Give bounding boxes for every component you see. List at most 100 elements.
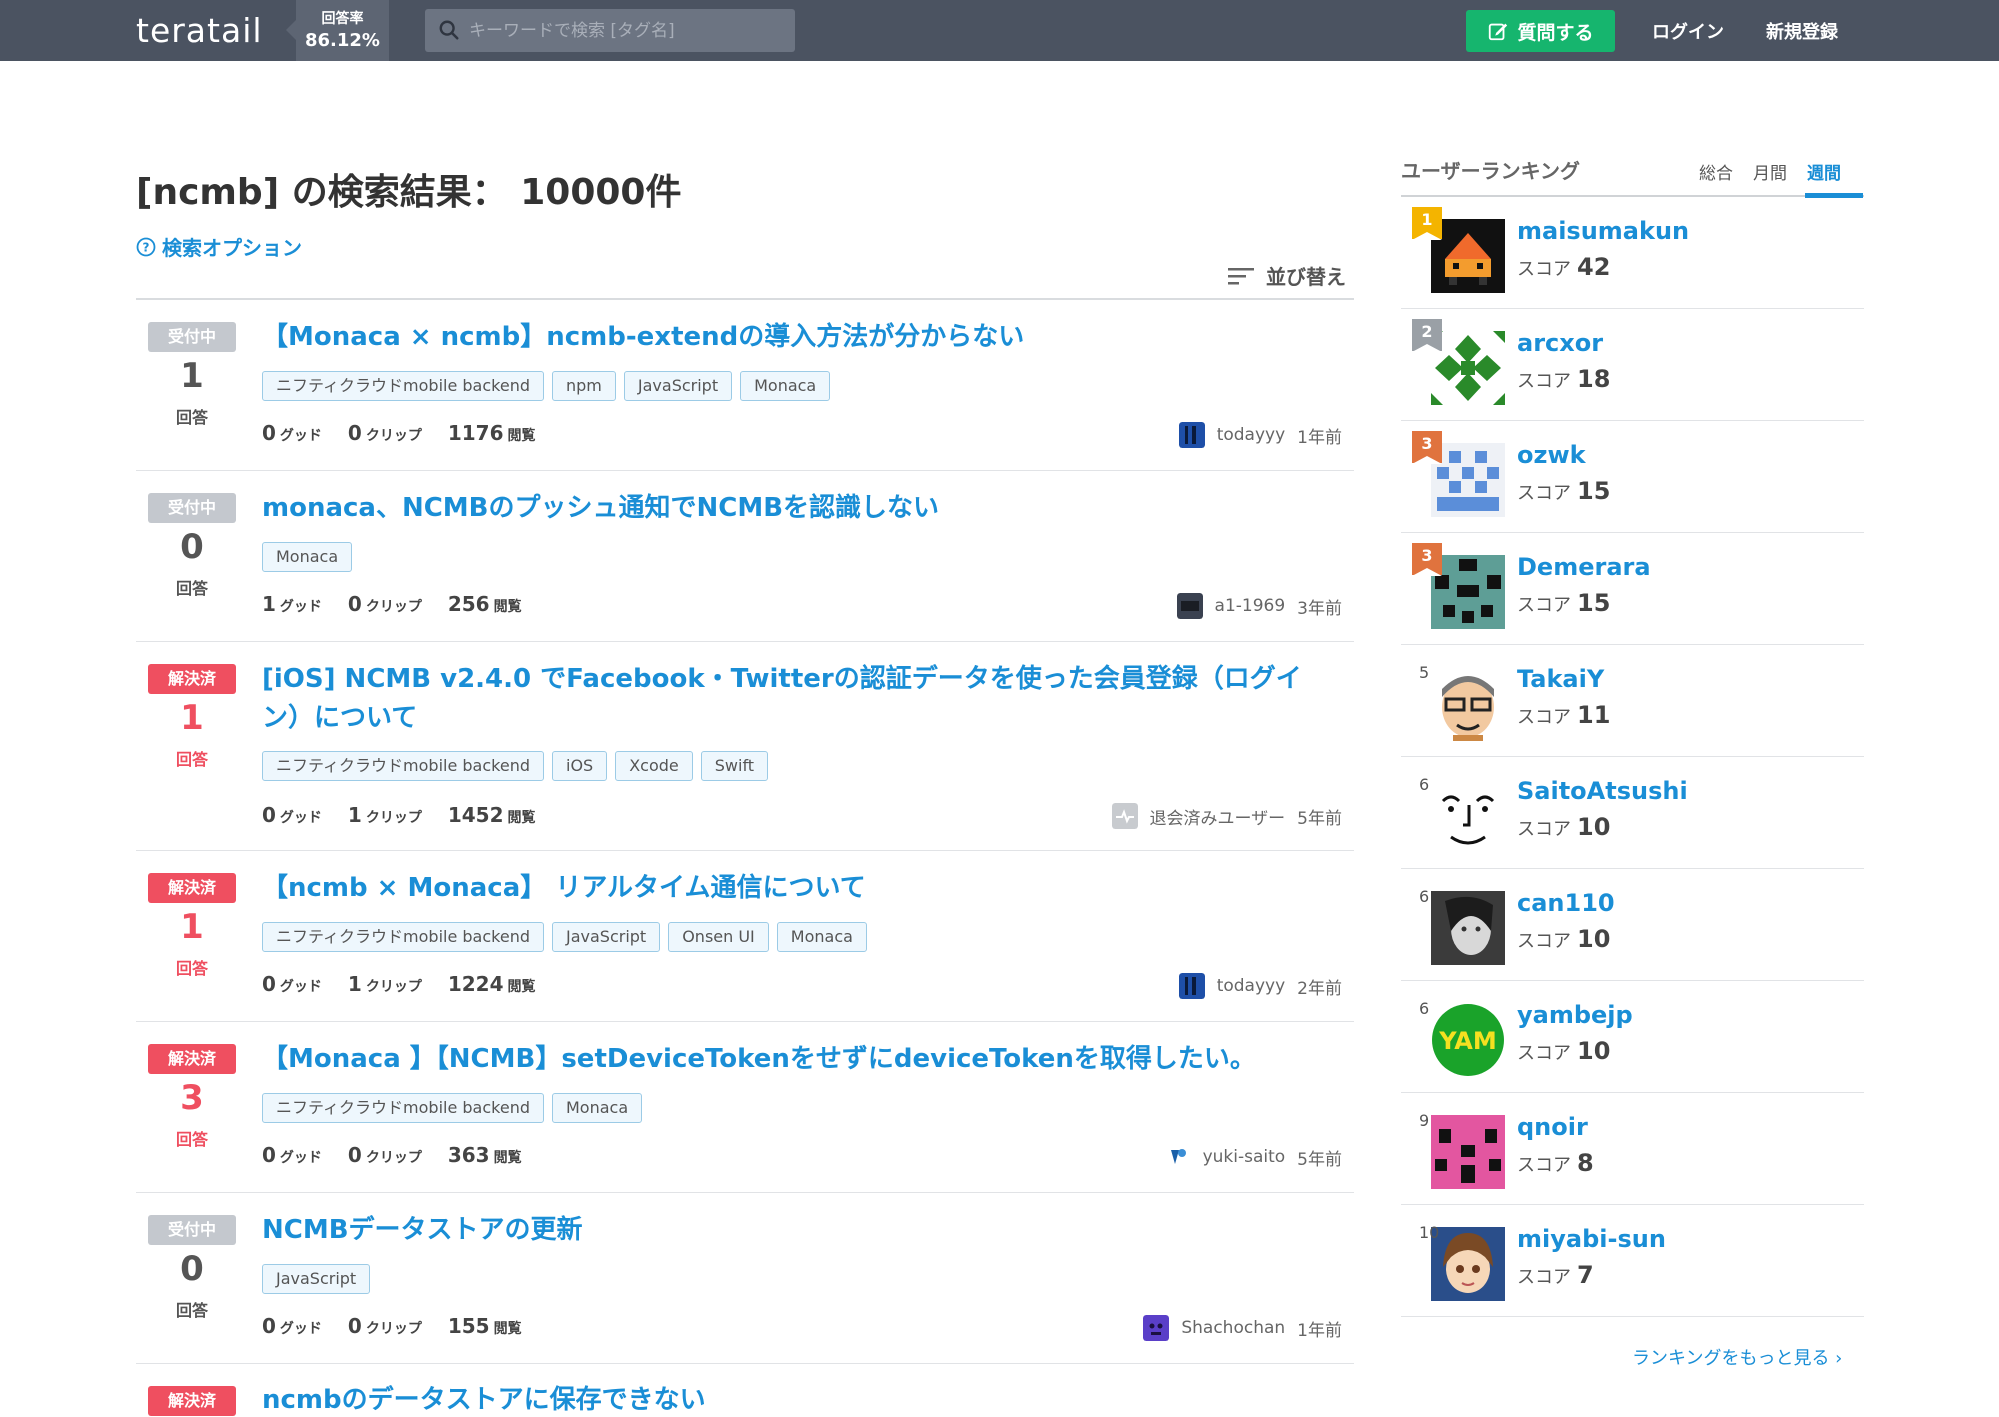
sort-button[interactable]: 並び替え xyxy=(1228,261,1346,290)
view-count: 1452 閲覧 xyxy=(447,803,536,827)
clip-count: 0 クリップ xyxy=(347,1314,422,1338)
rank-number: 9 xyxy=(1419,1111,1430,1130)
user-name[interactable]: todayyy xyxy=(1217,425,1285,445)
logo[interactable]: teratail xyxy=(136,11,263,50)
user-avatar[interactable] xyxy=(1431,219,1505,293)
user-avatar[interactable] xyxy=(1431,779,1505,853)
question-stats: 0 グッド 0 クリップ 155 閲覧 xyxy=(262,1314,522,1338)
rank-number: 10 xyxy=(1419,1223,1440,1242)
tab-monthly[interactable]: 月間 xyxy=(1753,159,1787,184)
question-stats: 1 グッド 0 クリップ 256 閲覧 xyxy=(262,592,522,616)
user-name[interactable]: a1-1969 xyxy=(1215,596,1286,616)
question-title[interactable]: NCMBデータストアの更新 xyxy=(262,1211,1302,1250)
tab-weekly[interactable]: 週間 xyxy=(1807,159,1841,184)
user-avatar[interactable] xyxy=(1178,973,1205,999)
user-name[interactable]: yuki-saito xyxy=(1203,1147,1286,1167)
user-avatar[interactable] xyxy=(1164,1144,1191,1170)
tag[interactable]: ニフティクラウドmobile backend xyxy=(262,751,544,781)
tag[interactable]: ニフティクラウドmobile backend xyxy=(262,922,544,952)
ask-question-button[interactable]: 質問する xyxy=(1466,10,1615,52)
user-name[interactable]: can110 xyxy=(1517,889,1615,917)
answer-count: 1 xyxy=(180,907,204,947)
user-name[interactable]: maisumakun xyxy=(1517,217,1689,245)
search-input[interactable] xyxy=(469,9,789,52)
user-name[interactable]: Demerara xyxy=(1517,553,1651,581)
user-name[interactable]: 退会済みユーザー xyxy=(1150,804,1286,829)
user-avatar[interactable] xyxy=(1178,422,1205,448)
user-name[interactable]: arcxor xyxy=(1517,329,1603,357)
ranking-item: 10 miyabi-sun スコア 7 xyxy=(1401,1205,1864,1317)
question-title[interactable]: monaca、NCMBのプッシュ通知でNCMBを認識しない xyxy=(262,489,1302,528)
tag[interactable]: iOS xyxy=(552,751,608,781)
answer-count-label: 回答 xyxy=(175,1130,208,1149)
tag[interactable]: ニフティクラウドmobile backend xyxy=(262,371,544,401)
answer-count-label: 回答 xyxy=(175,750,208,769)
top-header: teratail 回答率 86.12% 質問する ログイン 新規登録 xyxy=(0,0,1999,61)
login-link[interactable]: ログイン xyxy=(1652,18,1724,44)
tag[interactable]: Xcode xyxy=(615,751,693,781)
user-avatar[interactable] xyxy=(1431,667,1505,741)
user-avatar[interactable]: YAM xyxy=(1431,1003,1505,1077)
signup-link[interactable]: 新規登録 xyxy=(1766,18,1838,44)
question-title[interactable]: 【ncmb × Monaca】 リアルタイム通信について xyxy=(262,869,1302,908)
question-title[interactable]: [iOS] NCMB v2.4.0 でFacebook・Twitterの認証デー… xyxy=(262,660,1302,738)
tag[interactable]: npm xyxy=(552,371,616,401)
search-box[interactable] xyxy=(425,9,795,52)
more-ranking-link[interactable]: ランキングをもっと見る › xyxy=(1632,1344,1842,1370)
user-avatar[interactable] xyxy=(1143,1315,1170,1341)
user-name[interactable]: qnoir xyxy=(1517,1113,1588,1141)
question-title[interactable]: 【Monaca × ncmb】ncmb-extendの導入方法が分からない xyxy=(262,318,1302,357)
answer-count: 0 xyxy=(180,527,204,567)
tag[interactable]: Monaca xyxy=(552,1093,643,1123)
user-name[interactable]: ozwk xyxy=(1517,441,1586,469)
tag[interactable]: Swift xyxy=(700,751,769,781)
rank-badge: 1 xyxy=(1412,207,1442,240)
tag[interactable]: ニフティクラウドmobile backend xyxy=(262,1093,544,1123)
user-name[interactable]: SaitoAtsushi xyxy=(1517,777,1688,805)
good-count: 1 グッド xyxy=(262,592,322,616)
question-item: 解決済 1 回答 [iOS] NCMB v2.4.0 でFacebook・Twi… xyxy=(136,642,1354,851)
user-avatar[interactable] xyxy=(1431,891,1505,965)
user-avatar[interactable] xyxy=(1176,593,1203,619)
user-name[interactable]: Shachochan xyxy=(1181,1318,1285,1338)
rank-number: 6 xyxy=(1419,999,1430,1018)
tag[interactable]: Monaca xyxy=(740,371,831,401)
ranking-item: 6 SaitoAtsushi スコア 10 xyxy=(1401,757,1864,869)
view-count: 256 閲覧 xyxy=(447,592,522,616)
user-avatar[interactable] xyxy=(1431,1115,1505,1189)
tag[interactable]: JavaScript xyxy=(262,1264,371,1294)
user-avatar[interactable] xyxy=(1431,443,1505,517)
clip-count: 1 クリップ xyxy=(347,803,422,827)
question-meta: todayyy 1年前 xyxy=(1178,422,1342,448)
tag[interactable]: Onsen UI xyxy=(668,922,769,952)
question-title[interactable]: 【Monaca 】【NCMB】setDeviceTokenをせずにdeviceT… xyxy=(262,1040,1302,1079)
search-options-link[interactable]: ? 検索オプション xyxy=(136,232,302,261)
user-name[interactable]: miyabi-sun xyxy=(1517,1225,1666,1253)
user-score: スコア 15 xyxy=(1517,477,1611,505)
answer-count: 1 xyxy=(180,356,204,396)
user-avatar[interactable] xyxy=(1431,555,1505,629)
user-name[interactable]: todayyy xyxy=(1217,976,1285,996)
user-avatar[interactable] xyxy=(1431,331,1505,405)
tab-overall[interactable]: 総合 xyxy=(1699,159,1733,184)
question-title[interactable]: ncmbのデータストアに保存できない xyxy=(262,1381,1302,1417)
question-meta: 退会済みユーザー 5年前 xyxy=(1111,803,1342,829)
user-name[interactable]: TakaiY xyxy=(1517,665,1604,693)
answer-rate-value: 86.12% xyxy=(305,30,380,51)
view-count: 1176 閲覧 xyxy=(447,421,536,445)
tag[interactable]: JavaScript xyxy=(623,371,733,401)
user-avatar[interactable] xyxy=(1111,803,1138,829)
tag[interactable]: Monaca xyxy=(776,922,867,952)
clip-count: 0 クリップ xyxy=(347,592,422,616)
status-badge: 解決済 xyxy=(148,1386,236,1416)
rank-number: 6 xyxy=(1419,775,1430,794)
tag[interactable]: JavaScript xyxy=(552,922,661,952)
answer-count-label: 回答 xyxy=(175,408,208,427)
help-circle-icon: ? xyxy=(136,237,156,256)
good-count: 0 グッド xyxy=(262,972,322,996)
tag-list: ニフティクラウドmobile backend Monaca xyxy=(262,1093,643,1123)
user-avatar[interactable] xyxy=(1431,1227,1505,1301)
user-name[interactable]: yambejp xyxy=(1517,1001,1633,1029)
sort-label: 並び替え xyxy=(1266,265,1346,289)
tag[interactable]: Monaca xyxy=(262,542,353,572)
